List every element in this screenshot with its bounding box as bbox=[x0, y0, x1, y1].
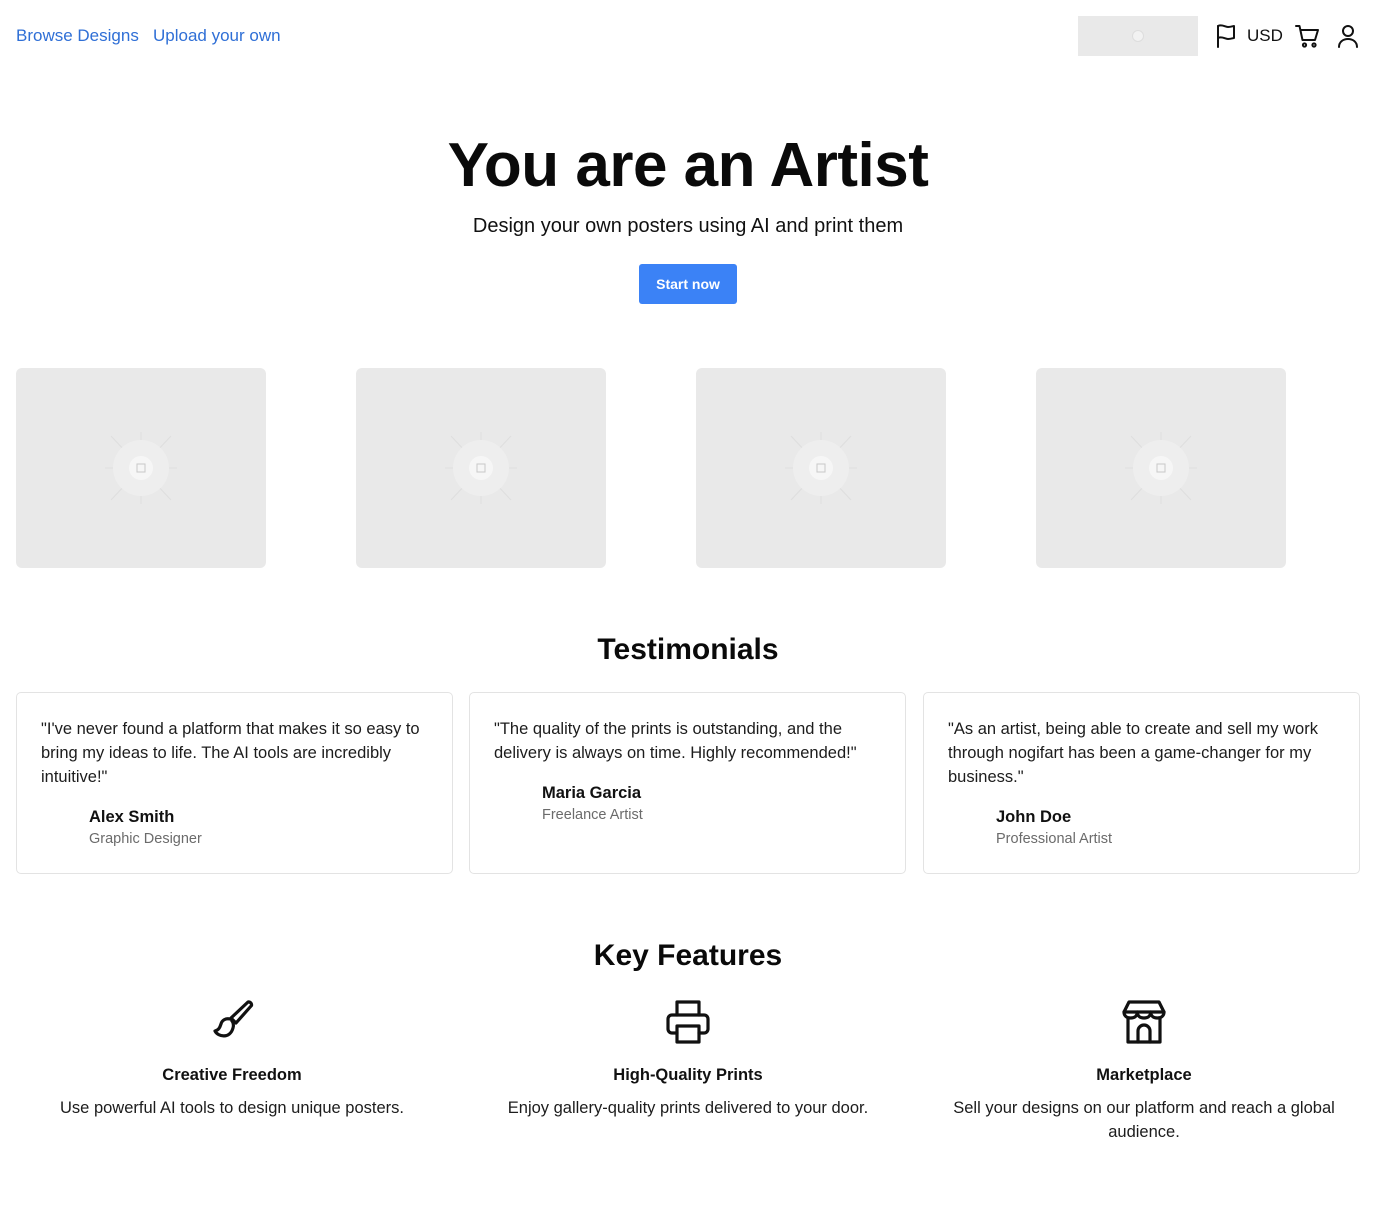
testimonial-card: "I've never found a platform that makes … bbox=[16, 692, 453, 874]
nav-upload-your-own[interactable]: Upload your own bbox=[153, 25, 281, 47]
testimonial-author-role: Graphic Designer bbox=[89, 831, 202, 847]
testimonial-author-name: Alex Smith bbox=[89, 808, 175, 826]
testimonial-author-role: Professional Artist bbox=[996, 831, 1113, 847]
top-navbar: Browse Designs Upload your own USD bbox=[0, 0, 1376, 72]
key-features-heading: Key Features bbox=[593, 939, 783, 972]
image-placeholder-icon bbox=[785, 432, 857, 504]
hero-subtitle: Design your own posters using AI and pri… bbox=[472, 215, 904, 237]
testimonial-card: "The quality of the prints is outstandin… bbox=[469, 692, 906, 874]
image-placeholder-icon bbox=[445, 432, 517, 504]
gallery-image-placeholder[interactable] bbox=[356, 368, 606, 568]
testimonial-quote: "I've never found a platform that makes … bbox=[41, 720, 420, 786]
feature-description: Use powerful AI tools to design unique p… bbox=[60, 1099, 404, 1117]
testimonials-heading: Testimonials bbox=[597, 633, 779, 666]
testimonial-author-name: John Doe bbox=[996, 808, 1072, 826]
logo-image-placeholder[interactable] bbox=[1078, 16, 1198, 56]
testimonial-quote: "As an artist, being able to create and … bbox=[948, 720, 1318, 786]
printer-icon bbox=[666, 1000, 710, 1044]
feature-high-quality-prints: High-Quality Prints Enjoy gallery-qualit… bbox=[472, 998, 904, 1120]
start-now-button[interactable]: Start now bbox=[639, 264, 737, 304]
feature-title: High-Quality Prints bbox=[613, 1066, 763, 1084]
paintbrush-icon bbox=[213, 1000, 254, 1038]
gallery-image-placeholder[interactable] bbox=[16, 368, 266, 568]
currency-selector[interactable]: USD bbox=[1247, 26, 1283, 46]
gallery-image-placeholder[interactable] bbox=[1036, 368, 1286, 568]
feature-creative-freedom: Creative Freedom Use powerful AI tools t… bbox=[16, 998, 448, 1120]
nav-browse-designs[interactable]: Browse Designs bbox=[16, 25, 139, 47]
image-placeholder-icon bbox=[1132, 30, 1144, 42]
gallery-image-placeholder[interactable] bbox=[696, 368, 946, 568]
cart-icon[interactable] bbox=[1295, 23, 1321, 49]
feature-description: Enjoy gallery-quality prints delivered t… bbox=[507, 1099, 869, 1117]
feature-title: Marketplace bbox=[1096, 1066, 1192, 1084]
feature-marketplace: Marketplace Sell your designs on our pla… bbox=[928, 998, 1360, 1144]
user-icon[interactable] bbox=[1336, 23, 1360, 49]
testimonial-quote: "The quality of the prints is outstandin… bbox=[494, 720, 857, 762]
testimonial-author-name: Maria Garcia bbox=[542, 784, 642, 802]
store-icon bbox=[1122, 1000, 1166, 1044]
flag-icon[interactable] bbox=[1214, 23, 1238, 49]
feature-description: Sell your designs on our platform and re… bbox=[953, 1099, 1335, 1141]
image-placeholder-icon bbox=[105, 432, 177, 504]
hero-title: You are an Artist bbox=[447, 131, 929, 200]
image-placeholder-icon bbox=[1125, 432, 1197, 504]
feature-title: Creative Freedom bbox=[162, 1066, 302, 1084]
testimonial-card: "As an artist, being able to create and … bbox=[923, 692, 1360, 874]
testimonial-author-role: Freelance Artist bbox=[542, 807, 643, 823]
